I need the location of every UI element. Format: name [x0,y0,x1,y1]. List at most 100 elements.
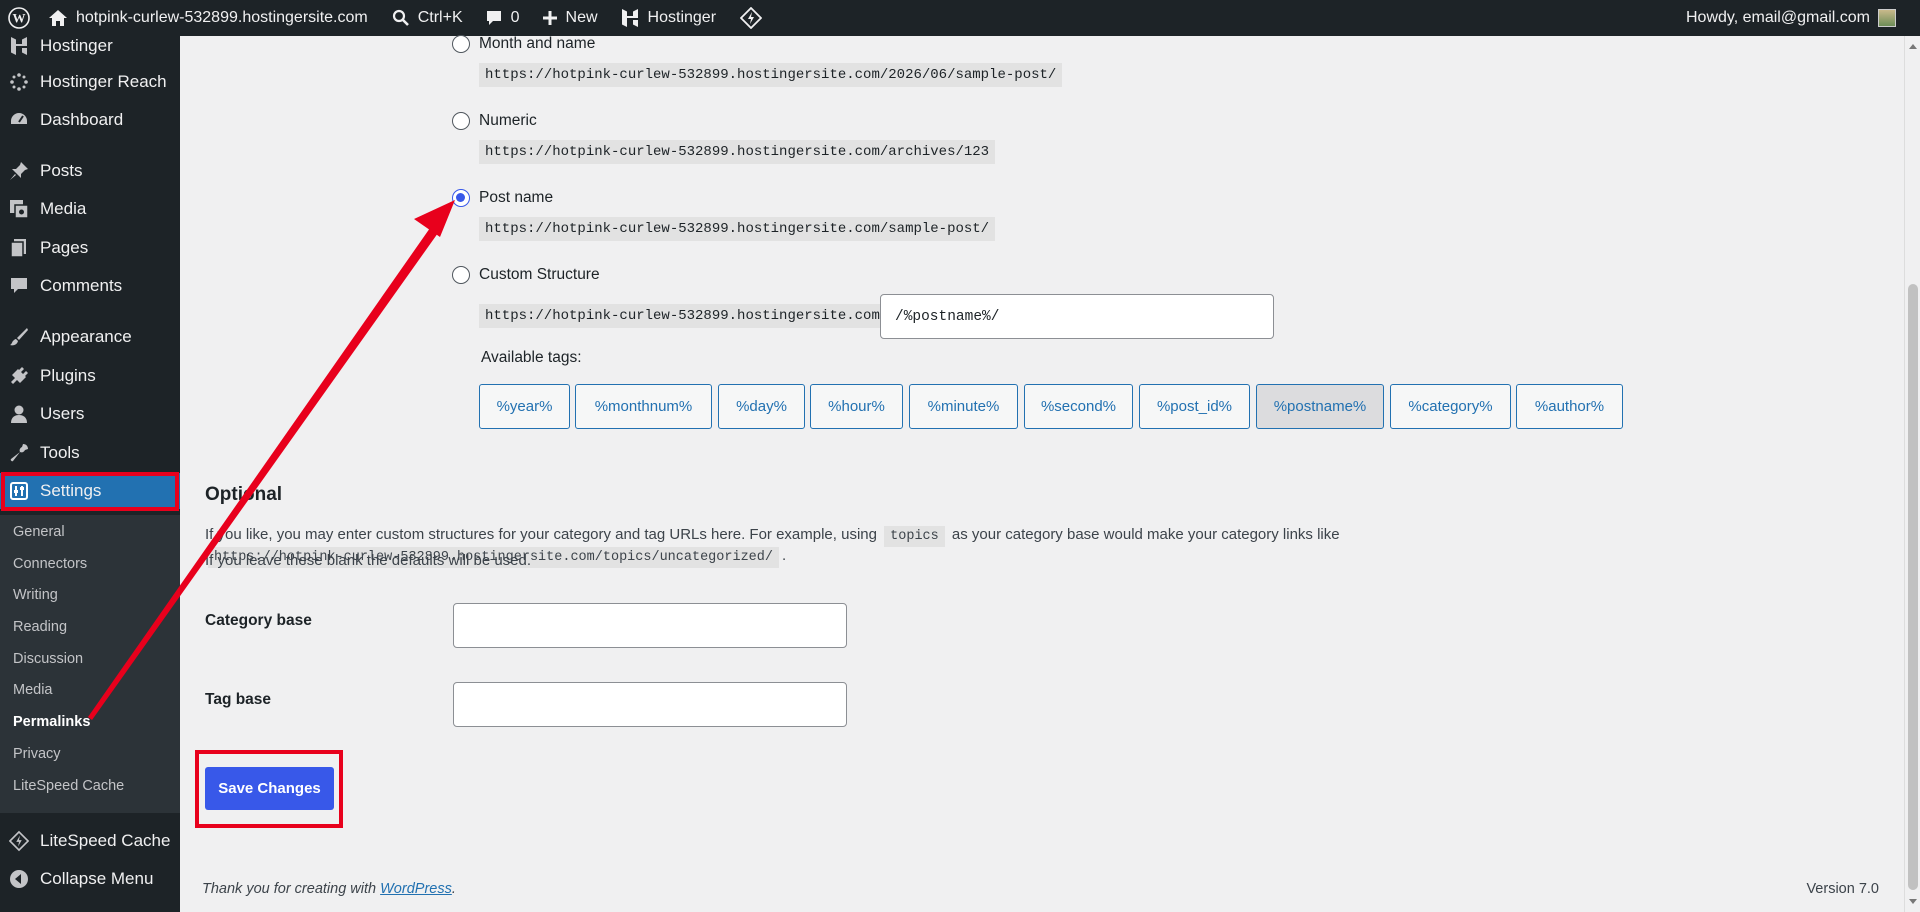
new-content-button[interactable]: New [533,0,607,36]
custom-structure-input[interactable]: /%postname%/ [880,294,1274,339]
tag-minute-button[interactable]: %minute% [909,384,1018,429]
wordpress-icon: W [8,7,30,29]
sidebar-item-litespeed-cache[interactable]: LiteSpeed Cache [0,823,180,859]
example-post-name: https://hotpink-curlew-532899.hostingers… [479,217,996,241]
sidebar-item-users[interactable]: Users [0,396,180,432]
pages-icon [9,238,29,258]
submenu-general[interactable]: General [13,524,65,540]
example-month-and-name: https://hotpink-curlew-532899.hostingers… [479,63,1063,87]
footer-thanks: Thank you for creating with WordPress. [202,881,456,897]
option-label-custom-structure: Custom Structure [479,266,600,283]
sidebar-item-pages[interactable]: Pages [0,230,180,266]
optional-desc-code-topics: topics [884,526,945,547]
example-numeric: https://hotpink-curlew-532899.hostingers… [479,140,996,164]
dashboard-icon [9,110,29,130]
sidebar-item-tools[interactable]: Tools [0,435,180,471]
scroll-up-arrow-icon[interactable] [1909,44,1917,49]
submenu-privacy[interactable]: Privacy [13,746,61,762]
category-base-input[interactable] [453,603,847,648]
site-name: hotpink-curlew-532899.hostingersite.com [76,9,368,26]
sidebar-item-appearance[interactable]: Appearance [0,319,180,355]
sidebar-item-plugins[interactable]: Plugins [0,358,180,394]
option-label-numeric: Numeric [479,112,537,129]
tag-base-label: Tag base [205,691,272,708]
collapse-menu-button[interactable]: Collapse Menu [0,861,180,897]
media-icon [9,199,29,219]
submenu-reading[interactable]: Reading [13,619,67,635]
page-scrollbar[interactable] [1904,36,1920,912]
optional-desc-part1: If you like, you may enter custom struct… [205,526,877,543]
sidebar-item-label: Appearance [40,327,132,346]
sidebar-item-comments[interactable]: Comments [0,268,180,304]
custom-structure-base: https://hotpink-curlew-532899.hostingers… [479,304,886,328]
collapse-icon [9,869,29,889]
optional-desc-part3: . [782,547,787,564]
available-tags-label: Available tags: [481,349,582,366]
account-menu[interactable]: Howdy, email@gmail.com [1686,9,1920,27]
admin-bar: W hotpink-curlew-532899.hostingersite.co… [0,0,1920,36]
home-icon [49,10,67,26]
settings-highlight-box [1,472,179,511]
sidebar-item-hostinger-reach[interactable]: Hostinger Reach [0,64,180,100]
new-label: New [565,9,598,26]
search-icon [392,9,409,26]
svg-text:W: W [13,11,26,26]
submenu-writing[interactable]: Writing [13,587,58,603]
settings-submenu: General Connectors Writing Reading Discu… [0,515,180,813]
hostinger-label: Hostinger [647,9,717,26]
sidebar-item-label: Hostinger Reach [40,72,167,91]
tag-base-input[interactable] [453,682,847,727]
hostinger-icon [9,36,29,56]
sidebar-item-label: Pages [40,238,89,257]
submenu-connectors[interactable]: Connectors [13,556,87,572]
sidebar-item-media[interactable]: Media [0,191,180,227]
sidebar-item-label: Tools [40,443,80,462]
comments-count: 0 [510,9,520,26]
submenu-permalinks[interactable]: Permalinks [13,714,90,730]
sidebar-item-hostinger[interactable]: Hostinger [0,28,180,64]
scroll-down-arrow-icon[interactable] [1909,899,1917,904]
collapse-label: Collapse Menu [40,869,154,888]
sidebar-item-dashboard[interactable]: Dashboard [0,102,180,138]
radio-month-and-name[interactable] [452,35,470,53]
custom-structure-value: /%postname%/ [895,308,1000,325]
tag-monthnum-button[interactable]: %monthnum% [575,384,712,429]
radio-post-name[interactable] [452,189,470,207]
command-palette-button[interactable]: Ctrl+K [383,0,472,36]
footer-version: Version 7.0 [1806,881,1879,897]
wordpress-link[interactable]: WordPress [380,881,452,897]
optional-description-line2: If you leave these blank the defaults wi… [205,552,532,569]
greeting: Howdy, email@gmail.com [1686,9,1870,26]
comments-link[interactable]: 0 [476,0,529,36]
submenu-discussion[interactable]: Discussion [13,651,83,667]
litespeed-icon [740,7,763,29]
pin-icon [9,161,29,181]
avatar [1878,9,1896,27]
radio-custom-structure[interactable] [452,266,470,284]
submenu-litespeed-cache[interactable]: LiteSpeed Cache [13,778,124,794]
tag-author-button[interactable]: %author% [1516,384,1623,429]
submenu-media[interactable]: Media [13,682,53,698]
sidebar-item-label: LiteSpeed Cache [40,831,171,850]
option-label-month-and-name: Month and name [479,35,596,52]
sidebar-item-label: Posts [40,161,83,180]
litespeed-bar-button[interactable] [731,0,771,36]
category-base-label: Category base [205,612,312,629]
sidebar-item-label: Comments [40,276,123,295]
tag-postname-button[interactable]: %postname% [1256,384,1384,429]
tag-second-button[interactable]: %second% [1024,384,1133,429]
sidebar-item-label: Media [40,199,87,218]
sidebar-item-posts[interactable]: Posts [0,153,180,189]
hostinger-menu-button[interactable]: Hostinger [611,0,725,36]
tag-day-button[interactable]: %day% [718,384,805,429]
tag-hour-button[interactable]: %hour% [810,384,903,429]
radio-numeric[interactable] [452,112,470,130]
reach-icon [9,72,29,92]
tag-year-button[interactable]: %year% [479,384,570,429]
sidebar-item-label: Users [40,404,85,423]
search-shortcut: Ctrl+K [417,9,463,26]
scroll-thumb[interactable] [1908,284,1918,890]
tag-post-id-button[interactable]: %post_id% [1139,384,1250,429]
hostinger-icon [621,9,638,27]
tag-category-button[interactable]: %category% [1390,384,1511,429]
